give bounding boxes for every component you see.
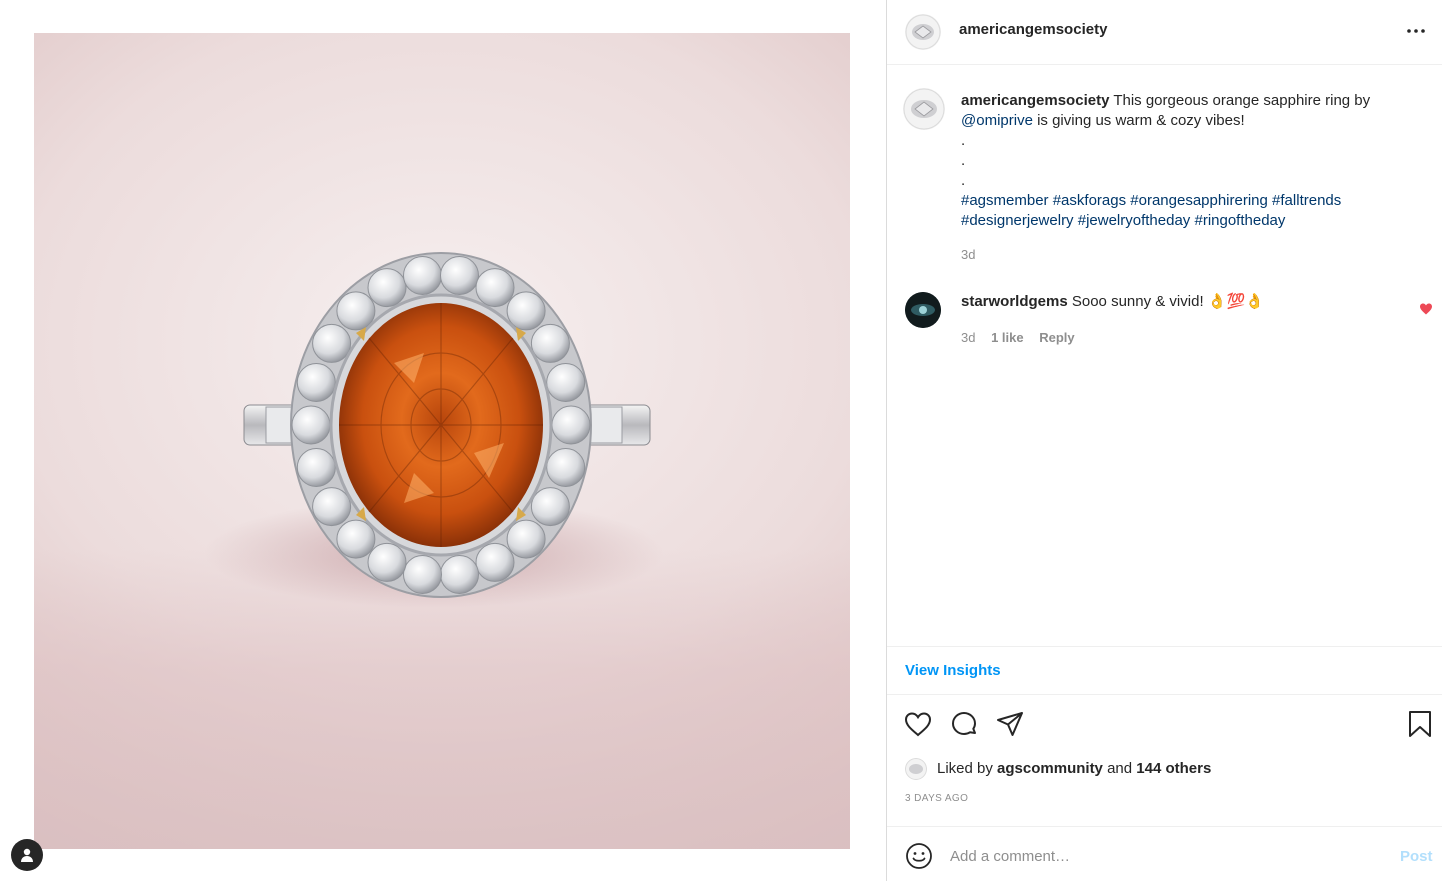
comment-likes[interactable]: 1 like (991, 330, 1024, 345)
halo-diamond (546, 448, 586, 487)
halo-diamond (312, 323, 352, 363)
halo-diamond (296, 363, 336, 402)
caption-dot: . (961, 172, 966, 189)
halo-diamond (336, 519, 376, 559)
reply-button[interactable]: Reply (1039, 330, 1074, 345)
halo-diamond (530, 487, 570, 527)
post-comment-button[interactable]: Post (1400, 848, 1433, 865)
halo-diamond (506, 519, 546, 559)
comment-input[interactable] (950, 845, 1370, 867)
save-button[interactable] (1405, 709, 1435, 739)
share-button[interactable] (995, 709, 1025, 739)
comment-like-button[interactable] (1419, 302, 1433, 320)
hashtag[interactable]: #jewelryoftheday (1078, 212, 1191, 229)
halo-diamond (403, 256, 442, 295)
hashtag[interactable]: #ringoftheday (1194, 212, 1285, 229)
comments-list[interactable]: americangemsociety This gorgeous orange … (887, 66, 1442, 646)
halo-diamond (291, 405, 331, 445)
share-icon (997, 712, 1023, 736)
liked-by-user[interactable]: agscommunity (997, 760, 1103, 777)
halo-diamond (546, 363, 586, 402)
ring-illustration (204, 252, 664, 608)
person-icon (21, 848, 33, 862)
ags-logo-icon (905, 14, 941, 50)
heart-filled-icon (1420, 303, 1432, 315)
like-button[interactable] (903, 709, 933, 739)
caption-dot: . (961, 132, 966, 149)
halo-diamond (551, 405, 591, 445)
heart-icon (904, 712, 932, 737)
caption-text-2: is giving us warm & cozy vibes! (1032, 112, 1245, 129)
halo-diamond (475, 542, 515, 582)
post-header: americangemsociety (887, 0, 1442, 65)
hashtags-line-1: #agsmember #askforags #orangesapphirerin… (961, 191, 1401, 211)
liked-by-row: Liked by agscommunity and 144 others (905, 758, 1425, 782)
halo-diamond (367, 542, 407, 582)
halo-diamond (336, 291, 376, 331)
hashtag[interactable]: #falltrends (1272, 192, 1341, 209)
post-side-pane: americangemsociety americangemsociety Th… (886, 0, 1442, 881)
post-image[interactable] (34, 33, 850, 849)
liked-by-middle: and (1102, 760, 1137, 777)
hashtags-line-2: #designerjewelry #jewelryoftheday #ringo… (961, 211, 1401, 231)
author-avatar[interactable] (905, 14, 941, 50)
halo-diamond (440, 256, 479, 295)
add-comment-section: Post (887, 826, 1442, 881)
caption: americangemsociety This gorgeous orange … (961, 91, 1401, 265)
hashtag[interactable]: #agsmember (961, 192, 1049, 209)
more-options-button[interactable] (1405, 20, 1427, 42)
hashtag[interactable]: #designerjewelry (961, 212, 1074, 229)
halo-diamond (403, 555, 442, 594)
ags-logo-icon (903, 88, 945, 130)
comment-meta: 3d 1 like Reply (961, 330, 1087, 345)
halo-diamond (440, 555, 479, 594)
liker-avatar[interactable] (905, 758, 927, 780)
comment-button[interactable] (949, 709, 979, 739)
comment-text: Sooo sunny & vivid! 👌💯👌 (1067, 293, 1264, 310)
post-timestamp[interactable]: 3 DAYS AGO (905, 793, 968, 804)
starworld-logo-icon (905, 292, 941, 328)
halo-diamond (367, 268, 407, 308)
caption-username[interactable]: americangemsociety (961, 92, 1109, 109)
action-bar (887, 695, 1442, 753)
media-pane (0, 0, 886, 881)
halo-diamond (312, 487, 352, 527)
bookmark-icon (1409, 711, 1431, 737)
author-username[interactable]: americangemsociety (959, 21, 1107, 38)
hashtag[interactable]: #orangesapphirering (1130, 192, 1268, 209)
view-insights-link[interactable]: View Insights (905, 662, 1001, 679)
hashtag[interactable]: #askforags (1053, 192, 1126, 209)
caption-text-1: This gorgeous orange sapphire ring by (1109, 92, 1371, 109)
halo-diamond (475, 268, 515, 308)
emoji-icon (906, 843, 932, 869)
comment-time[interactable]: 3d (961, 330, 975, 345)
emoji-button[interactable] (905, 842, 933, 870)
comment-username[interactable]: starworldgems (961, 293, 1068, 310)
caption-time[interactable]: 3d (961, 245, 1401, 265)
halo-diamond (296, 448, 336, 487)
insights-row: View Insights (887, 646, 1442, 695)
comment-icon (952, 712, 976, 735)
liked-by-others[interactable]: 144 others (1136, 760, 1211, 777)
caption-mention[interactable]: @omiprive (961, 112, 1033, 129)
more-options-icon (1407, 29, 1425, 33)
caption-avatar[interactable] (903, 88, 945, 130)
liked-by-text: Liked by agscommunity and 144 others (937, 760, 1211, 777)
caption-dot: . (961, 152, 966, 169)
liked-by-prefix: Liked by (937, 760, 998, 777)
comment: starworldgems Sooo sunny & vivid! 👌💯👌 (961, 292, 1401, 312)
ags-logo-icon (905, 758, 927, 780)
halo-diamond (506, 291, 546, 331)
halo-diamond (530, 323, 570, 363)
commenter-avatar[interactable] (905, 292, 941, 328)
